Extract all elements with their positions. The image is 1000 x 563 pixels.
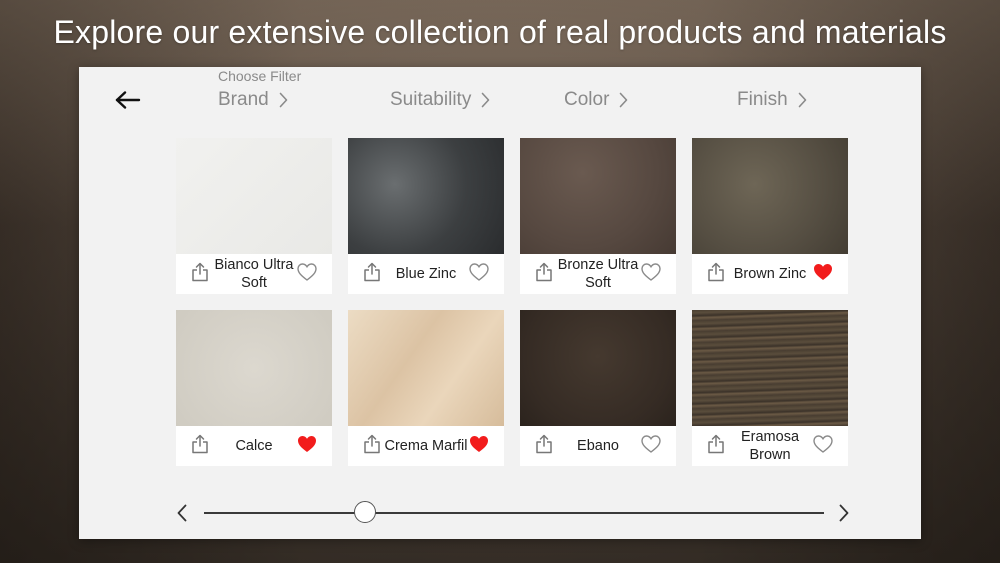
- product-swatch[interactable]: [692, 138, 848, 254]
- product-name: Eramosa Brown: [740, 429, 800, 463]
- share-icon: [191, 262, 209, 287]
- product-grid: Bianco Ultra Soft Blue Zinc Bronze Ultra S…: [176, 138, 849, 466]
- heart-outline-icon: [641, 434, 661, 458]
- product-card-footer: Bronze Ultra Soft: [520, 254, 676, 294]
- pager-slider-thumb[interactable]: [354, 501, 377, 523]
- favorite-button[interactable]: [640, 262, 662, 286]
- product-name: Bianco Ultra Soft: [214, 257, 294, 291]
- product-card-footer: Bianco Ultra Soft: [176, 254, 332, 294]
- filter-label: Color: [564, 89, 610, 110]
- product-panel: Choose Filter Brand Suitability Color Fi…: [79, 67, 921, 539]
- product-card[interactable]: Crema Marfil: [348, 310, 504, 466]
- heart-outline-icon: [641, 262, 661, 286]
- share-button[interactable]: [362, 434, 382, 459]
- share-icon: [363, 434, 381, 459]
- product-card-footer: Brown Zinc: [692, 254, 848, 294]
- filter-label: Suitability: [390, 89, 472, 110]
- share-icon: [191, 434, 209, 459]
- heart-filled-icon: [297, 435, 317, 458]
- share-button[interactable]: [190, 262, 210, 287]
- favorite-button[interactable]: [468, 262, 490, 286]
- product-card[interactable]: Bronze Ultra Soft: [520, 138, 676, 294]
- product-swatch[interactable]: [692, 310, 848, 426]
- favorite-button[interactable]: [812, 434, 834, 458]
- favorite-button[interactable]: [640, 434, 662, 458]
- filter-bar: Brand Suitability Color Finish: [79, 87, 921, 113]
- product-swatch[interactable]: [348, 138, 504, 254]
- heart-filled-icon: [813, 263, 833, 286]
- heart-outline-icon: [813, 434, 833, 458]
- product-card-footer: Eramosa Brown: [692, 426, 848, 466]
- product-card-footer: Ebano: [520, 426, 676, 466]
- pager-next-button[interactable]: [836, 501, 852, 525]
- product-swatch[interactable]: [176, 310, 332, 426]
- favorite-button[interactable]: [812, 263, 834, 285]
- chevron-left-icon: [177, 504, 187, 522]
- heart-filled-icon: [469, 435, 489, 458]
- filter-caption: Choose Filter: [218, 68, 302, 84]
- product-swatch[interactable]: [520, 310, 676, 426]
- chevron-right-icon: [839, 504, 849, 522]
- filter-finish[interactable]: Finish: [737, 87, 807, 113]
- filter-label: Brand: [218, 89, 269, 110]
- pager-slider-track[interactable]: [204, 501, 824, 523]
- share-button[interactable]: [534, 434, 554, 459]
- filter-brand[interactable]: Brand: [218, 87, 288, 113]
- product-card[interactable]: Eramosa Brown: [692, 310, 848, 466]
- product-name: Calce: [235, 438, 273, 454]
- product-card[interactable]: Blue Zinc: [348, 138, 504, 294]
- share-icon: [535, 434, 553, 459]
- product-card[interactable]: Calce: [176, 310, 332, 466]
- heart-outline-icon: [297, 262, 317, 286]
- product-name: Brown Zinc: [733, 266, 807, 282]
- share-icon: [535, 262, 553, 287]
- product-card[interactable]: Ebano: [520, 310, 676, 466]
- favorite-button[interactable]: [296, 435, 318, 457]
- filter-color[interactable]: Color: [564, 87, 628, 113]
- headline: Explore our extensive collection of real…: [53, 14, 947, 50]
- product-name: Crema Marfil: [384, 438, 468, 454]
- pager-prev-button[interactable]: [174, 501, 190, 525]
- share-icon: [707, 262, 725, 287]
- share-icon: [707, 434, 725, 459]
- share-button[interactable]: [706, 262, 726, 287]
- product-name: Bronze Ultra Soft: [557, 257, 639, 291]
- favorite-button[interactable]: [296, 262, 318, 286]
- chevron-right-icon: [619, 92, 628, 108]
- product-card-footer: Calce: [176, 426, 332, 466]
- product-swatch[interactable]: [176, 138, 332, 254]
- chevron-right-icon: [279, 92, 288, 108]
- filter-label: Finish: [737, 89, 788, 110]
- heart-outline-icon: [469, 262, 489, 286]
- share-button[interactable]: [190, 434, 210, 459]
- product-name: Blue Zinc: [395, 266, 457, 282]
- chevron-right-icon: [798, 92, 807, 108]
- product-card[interactable]: Brown Zinc: [692, 138, 848, 294]
- product-name: Ebano: [577, 438, 619, 454]
- product-card[interactable]: Bianco Ultra Soft: [176, 138, 332, 294]
- share-button[interactable]: [534, 262, 554, 287]
- product-card-footer: Blue Zinc: [348, 254, 504, 294]
- pager: [176, 501, 856, 525]
- share-button[interactable]: [362, 262, 382, 287]
- favorite-button[interactable]: [468, 435, 490, 457]
- product-card-footer: Crema Marfil: [348, 426, 504, 466]
- product-swatch[interactable]: [348, 310, 504, 426]
- chevron-right-icon: [481, 92, 490, 108]
- product-swatch[interactable]: [520, 138, 676, 254]
- share-icon: [363, 262, 381, 287]
- filter-suitability[interactable]: Suitability: [390, 87, 490, 113]
- share-button[interactable]: [706, 434, 726, 459]
